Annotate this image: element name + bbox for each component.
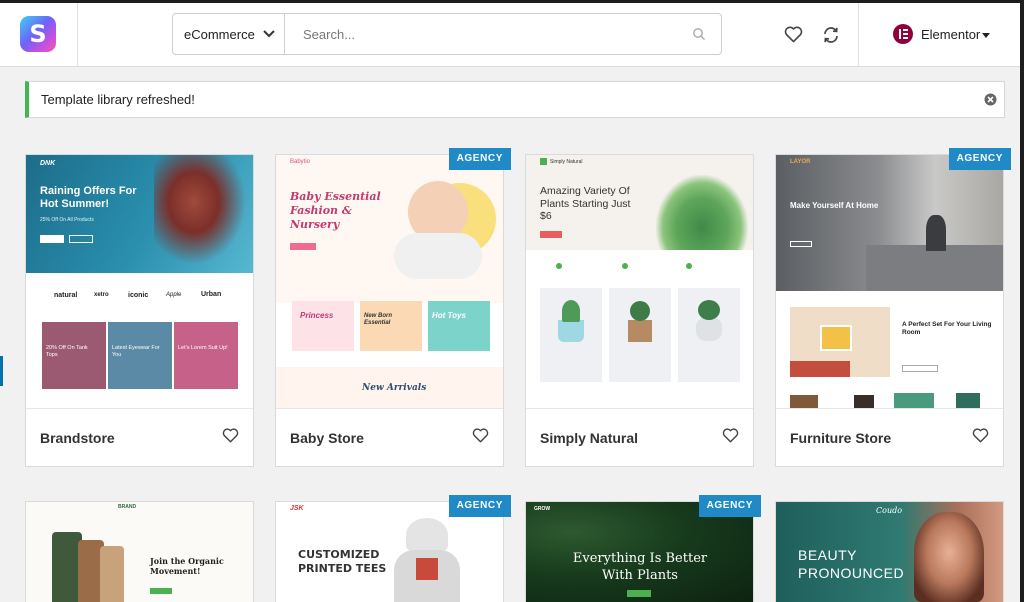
preview-hero-title: Join the Organic Movement! bbox=[150, 556, 224, 576]
template-preview[interactable]: DNK Raining Offers For Hot Summer! 25% O… bbox=[26, 155, 253, 408]
card-footer: Baby Store bbox=[276, 408, 503, 466]
favorite-heart-icon[interactable] bbox=[972, 428, 989, 443]
template-preview[interactable]: GROW Everything Is Better With Plants bbox=[526, 502, 753, 602]
template-card[interactable]: AGENCY JSK CUSTOMIZED PRINTED TEES bbox=[275, 495, 511, 602]
preview-logo: xetro bbox=[94, 292, 109, 298]
preview-hero-title: Amazing Variety Of Plants Starting Just … bbox=[540, 185, 631, 222]
header-divider bbox=[858, 3, 859, 67]
template-card[interactable]: AGENCY GROW Everything Is Better With Pl… bbox=[525, 495, 761, 602]
preview-brand: JSK bbox=[290, 505, 304, 512]
close-icon[interactable] bbox=[984, 93, 997, 106]
caret-down-icon bbox=[982, 33, 990, 38]
preview-brand: BRAND bbox=[118, 504, 137, 510]
preview-hero-title: Raining Offers For Hot Summer! bbox=[40, 185, 137, 210]
preview-section: New Arrivals bbox=[362, 383, 427, 393]
card-footer: Brandstore bbox=[26, 408, 253, 466]
template-preview[interactable]: JSK CUSTOMIZED PRINTED TEES bbox=[276, 502, 503, 602]
refresh-icon[interactable] bbox=[822, 26, 840, 44]
logo-cell: S bbox=[0, 3, 78, 67]
category-select-value: eCommerce bbox=[184, 27, 255, 42]
preview-tile: Hot Toys bbox=[432, 311, 466, 320]
favorites-heart-icon[interactable] bbox=[784, 26, 803, 43]
favorite-heart-icon[interactable] bbox=[222, 428, 239, 443]
template-preview[interactable]: BRAND Join the Organic Movement! bbox=[26, 502, 253, 602]
preview-brand: Coudo bbox=[876, 506, 903, 515]
app-logo[interactable]: S bbox=[20, 16, 56, 52]
sidebar-edge-marker bbox=[0, 356, 3, 386]
library-header: S eCommerce Elementor bbox=[0, 3, 1020, 67]
preview-hero-sub: 25% Off On All Products bbox=[40, 217, 94, 223]
logo-letter-icon: S bbox=[29, 20, 47, 48]
notice-message: Template library refreshed! bbox=[41, 92, 195, 107]
preview-hero-title: BEAUTY PRONOUNCED bbox=[798, 547, 905, 581]
refresh-notice: Template library refreshed! bbox=[25, 81, 1005, 118]
template-title: Brandstore bbox=[40, 430, 115, 446]
card-footer: Simply Natural bbox=[526, 408, 753, 466]
preview-brand: GROW bbox=[534, 506, 551, 512]
template-preview[interactable]: Coudo BEAUTY PRONOUNCED bbox=[776, 502, 1003, 602]
template-card[interactable]: Coudo BEAUTY PRONOUNCED bbox=[775, 501, 1004, 602]
agency-badge: AGENCY bbox=[948, 148, 1011, 170]
preview-hero-title: Everything Is Better With Plants bbox=[572, 551, 708, 583]
favorite-heart-icon[interactable] bbox=[722, 428, 739, 443]
window-frame-right bbox=[1020, 0, 1024, 602]
preview-tile: 20% Off On Tank Tops bbox=[46, 345, 88, 358]
preview-hero-title: Make Yourself At Home bbox=[790, 201, 879, 210]
preview-brand: DNK bbox=[40, 160, 56, 167]
chevron-down-icon bbox=[263, 30, 275, 38]
template-title: Baby Store bbox=[290, 430, 364, 446]
template-title: Furniture Store bbox=[790, 430, 892, 446]
template-card[interactable]: BRAND Join the Organic Movement! bbox=[25, 501, 254, 602]
card-footer: Furniture Store bbox=[776, 408, 1003, 466]
preview-hero-title: Baby Essential Fashion & Nursery bbox=[290, 190, 381, 231]
preview-tile: Princess bbox=[300, 311, 334, 320]
template-preview[interactable]: LAYOR Make Yourself At Home A Perfect Se… bbox=[776, 155, 1003, 408]
search-input[interactable] bbox=[286, 14, 676, 54]
elementor-icon bbox=[893, 24, 913, 44]
preview-brand: LAYOR bbox=[790, 159, 811, 165]
template-card[interactable]: AGENCY Babytio Baby Essential Fashion & … bbox=[275, 148, 511, 467]
template-card[interactable]: AGENCY LAYOR Make Yourself At Home A Per… bbox=[775, 148, 1011, 467]
preview-logo: Apple bbox=[166, 292, 182, 298]
agency-badge: AGENCY bbox=[448, 495, 511, 517]
template-card[interactable]: DNK Raining Offers For Hot Summer! 25% O… bbox=[25, 154, 254, 467]
preview-tile: New Born Essential bbox=[364, 313, 393, 326]
favorite-heart-icon[interactable] bbox=[472, 428, 489, 443]
template-card[interactable]: Simply Natural Amazing Variety Of Plants… bbox=[525, 154, 754, 467]
preview-sub-title: A Perfect Set For Your Living Room bbox=[902, 321, 992, 336]
agency-badge: AGENCY bbox=[448, 148, 511, 170]
template-preview[interactable]: Babytio Baby Essential Fashion & Nursery… bbox=[276, 155, 503, 408]
preview-logo: Urban bbox=[201, 291, 222, 298]
account-name: Elementor bbox=[921, 27, 981, 42]
preview-brand: Simply Natural bbox=[550, 159, 583, 165]
search-icon[interactable] bbox=[692, 27, 706, 41]
preview-logo: natural bbox=[54, 292, 78, 299]
search-bar: eCommerce bbox=[172, 13, 722, 55]
template-preview[interactable]: Simply Natural Amazing Variety Of Plants… bbox=[526, 155, 753, 408]
preview-hero-title: CUSTOMIZED PRINTED TEES bbox=[298, 548, 387, 575]
preview-tile: Let's Lorem Suit Up! bbox=[178, 345, 228, 351]
category-select[interactable]: eCommerce bbox=[173, 14, 285, 54]
agency-badge: AGENCY bbox=[698, 495, 761, 517]
preview-brand: Babytio bbox=[290, 159, 311, 165]
preview-logo: iconic bbox=[128, 292, 149, 299]
preview-tile: Latest Eyewear For You bbox=[112, 345, 160, 358]
template-title: Simply Natural bbox=[540, 430, 639, 446]
